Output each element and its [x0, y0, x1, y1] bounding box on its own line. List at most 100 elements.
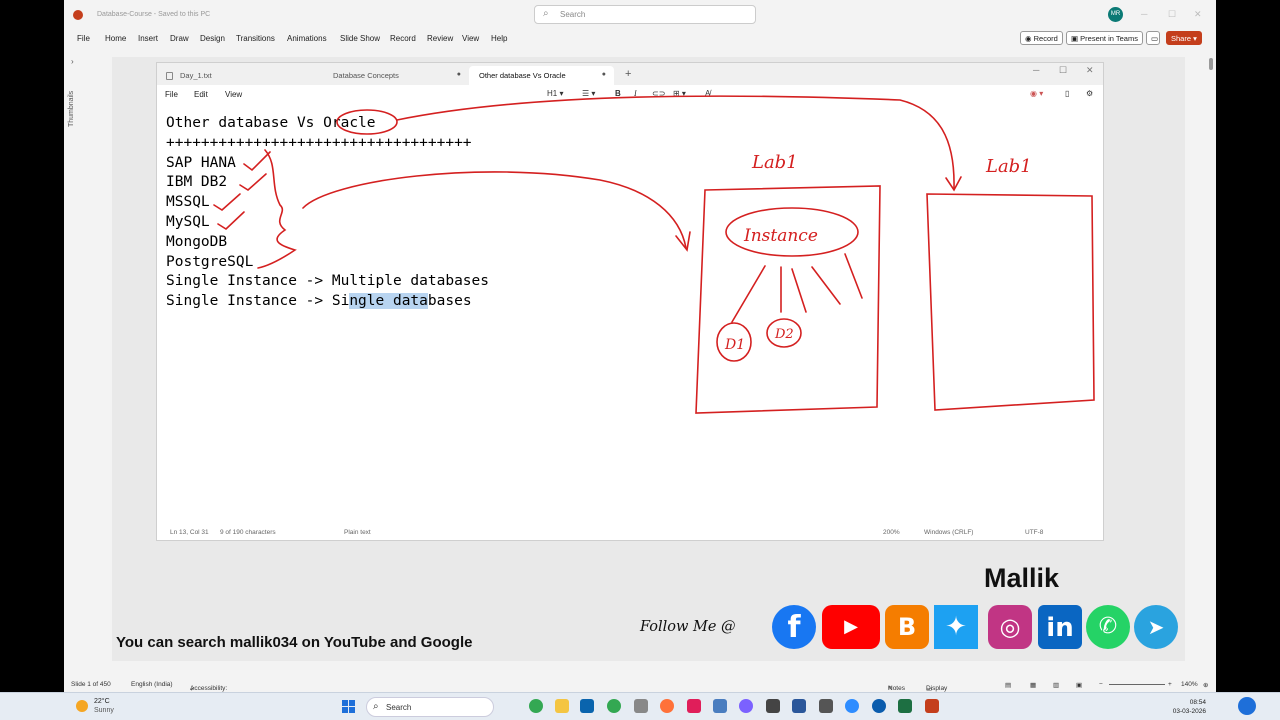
thumbnails-pane[interactable]: › Thumbnails [64, 52, 82, 672]
tab-other-database[interactable]: Other database Vs Oracle ● [469, 66, 614, 85]
excel-icon[interactable] [898, 699, 912, 713]
slide-sorter-icon[interactable]: ▦ [1030, 681, 1036, 689]
close-tab-icon[interactable]: ● [602, 71, 606, 78]
linkedin-icon: in [1038, 605, 1082, 649]
normal-view-icon[interactable]: ▤ [1005, 681, 1011, 689]
outlook-icon[interactable] [580, 699, 594, 713]
vertical-scrollbar[interactable] [1207, 52, 1216, 667]
whatsapp-icon: ✆ [1086, 605, 1130, 649]
scrollbar-thumb[interactable] [1209, 58, 1213, 70]
cursor-position: Ln 13, Col 31 [170, 529, 209, 536]
taskbar-search[interactable]: ⌕ Search [366, 697, 494, 717]
zoom-level[interactable]: 140% [1181, 681, 1198, 688]
powerpoint-status-bar: Slide 1 of 450 English (India) ✓ Accessi… [64, 677, 1216, 699]
line-suffix: bases [427, 293, 472, 310]
remote-desktop-icon[interactable] [792, 699, 806, 713]
copilot-icon[interactable] [739, 699, 753, 713]
comments-button[interactable]: ▭ [1146, 31, 1160, 45]
minimize-icon[interactable]: ─ [1033, 65, 1039, 75]
notification-icon[interactable] [1238, 697, 1256, 715]
maximize-icon[interactable]: ☐ [1059, 65, 1067, 76]
tab-animations[interactable]: Animations [287, 34, 327, 43]
slack-icon[interactable] [687, 699, 701, 713]
file-explorer-icon[interactable] [555, 699, 569, 713]
menu-edit[interactable]: Edit [194, 90, 208, 99]
encoding: UTF-8 [1025, 529, 1044, 536]
title-bar: Database-Course - Saved to this PC ⌕ Sear… [64, 0, 1216, 30]
windows-start-icon[interactable] [342, 700, 355, 713]
line-prefix: Single Instance -> Si [166, 293, 350, 310]
fit-to-window-icon[interactable]: ⊕ [1203, 681, 1208, 689]
language[interactable]: English (India) [131, 681, 173, 688]
powerpoint-taskbar-icon[interactable] [925, 699, 939, 713]
bold-icon[interactable]: B [615, 89, 621, 98]
notepad-icon[interactable] [713, 699, 727, 713]
record-label: Record [1033, 34, 1058, 43]
settings-icon[interactable]: ⚙ [1086, 89, 1093, 98]
tab-database-concepts-label: Database Concepts [333, 71, 399, 80]
tab-help[interactable]: Help [491, 34, 507, 43]
terminal-icon[interactable] [766, 699, 780, 713]
menu-file[interactable]: File [165, 90, 178, 99]
new-tab-icon[interactable]: + [625, 68, 631, 80]
table-icon[interactable]: ⊞ ▾ [673, 89, 686, 98]
search-box[interactable]: ⌕ Search [534, 5, 756, 24]
copilot-icon[interactable]: ◉ ▾ [1030, 89, 1043, 98]
brand-name: Mallik [984, 563, 1060, 593]
tab-transitions[interactable]: Transitions [236, 34, 275, 43]
tab-file[interactable]: File [77, 34, 90, 43]
edge-icon[interactable] [607, 699, 621, 713]
zoom-icon[interactable] [872, 699, 886, 713]
char-count: 9 of 190 characters [220, 529, 276, 536]
reading-view-icon[interactable]: ▥ [1053, 681, 1059, 689]
clear-format-icon[interactable]: A̸ [705, 89, 710, 98]
tab-day1[interactable]: Day_1.txt [157, 66, 327, 85]
tab-home[interactable]: Home [105, 34, 126, 43]
chevron-right-icon[interactable]: › [71, 57, 74, 66]
zoom-level: 200% [883, 529, 900, 536]
tab-view[interactable]: View [462, 34, 479, 43]
notepad-status-bar: Ln 13, Col 31 9 of 190 characters Plain … [157, 524, 1103, 541]
zoom-slider[interactable] [1109, 684, 1165, 685]
zoom-in-icon[interactable]: + [1168, 681, 1172, 688]
record-button[interactable]: ◉ Record [1020, 31, 1063, 45]
tab-record[interactable]: Record [390, 34, 416, 43]
italic-icon[interactable]: I [634, 89, 637, 98]
avatar[interactable]: MR [1108, 7, 1123, 22]
text-editor[interactable]: Other database Vs Oracle ++++++++++++++++… [166, 114, 489, 312]
present-in-teams-button[interactable]: ▣ Present in Teams [1066, 31, 1143, 45]
app-icon[interactable] [634, 699, 648, 713]
snipping-tool-icon[interactable] [819, 699, 833, 713]
clock[interactable]: 08:54 03-03-2026 [1173, 698, 1206, 716]
tab-review[interactable]: Review [427, 34, 453, 43]
share-button[interactable]: Share ▾ [1166, 31, 1202, 45]
heading-select[interactable]: H1 ▾ [547, 89, 563, 98]
heading-value: H1 [547, 89, 558, 98]
tab-day1-label: Day_1.txt [180, 71, 212, 80]
tab-database-concepts[interactable]: Database Concepts ● [323, 66, 469, 85]
clipboard-icon[interactable]: ▯ [1065, 89, 1069, 98]
tab-slide-show[interactable]: Slide Show [340, 34, 380, 43]
tab-draw[interactable]: Draw [170, 34, 189, 43]
chrome-icon[interactable] [529, 699, 543, 713]
comment-icon: ▭ [1151, 34, 1159, 43]
file-icon [166, 72, 173, 80]
firefox-icon[interactable] [660, 699, 674, 713]
zoom-out-icon[interactable]: − [1099, 681, 1103, 688]
menu-view[interactable]: View [225, 90, 242, 99]
close-tab-icon[interactable]: ● [457, 71, 461, 78]
windows-taskbar: 22°C Sunny ⌕ Search 08:54 03-03-2026 [0, 692, 1280, 720]
minimize-icon[interactable]: ─ [1141, 9, 1147, 19]
tab-other-database-label: Other database Vs Oracle [479, 71, 566, 80]
instagram-icon: ◎ [988, 605, 1032, 649]
slideshow-view-icon[interactable]: ▣ [1076, 681, 1082, 689]
tab-design[interactable]: Design [200, 34, 225, 43]
maximize-icon[interactable]: ☐ [1168, 9, 1176, 20]
close-icon[interactable]: ✕ [1194, 9, 1202, 20]
tab-insert[interactable]: Insert [138, 34, 158, 43]
close-icon[interactable]: ✕ [1086, 65, 1094, 76]
list-icon[interactable]: ☰ ▾ [582, 89, 595, 98]
facebook-icon: f [772, 605, 816, 649]
link-icon[interactable]: ⊂⊃ [652, 89, 665, 98]
teams-icon[interactable] [845, 699, 859, 713]
